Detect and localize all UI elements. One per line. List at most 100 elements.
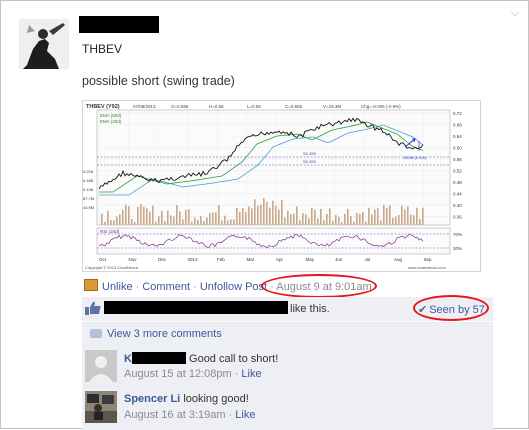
time-axis-label: Feb xyxy=(217,257,225,262)
comment-body: Spencer Li looking good! xyxy=(124,393,249,405)
volume-bar xyxy=(197,219,199,225)
time-axis-label: Aug xyxy=(394,257,403,262)
comment-meta: August 16 at 3:19am · Like xyxy=(124,409,256,421)
volume-bar xyxy=(257,205,259,225)
volume-bar xyxy=(311,207,313,225)
comment-link[interactable]: Comment xyxy=(142,281,190,293)
volume-bar xyxy=(359,214,361,225)
volume-bar xyxy=(296,206,298,225)
rsi-level-70: 70% xyxy=(453,232,462,237)
view-more-comments[interactable]: View 3 more comments xyxy=(82,322,493,345)
volume-bar xyxy=(224,215,226,225)
volume-bar xyxy=(116,216,118,225)
volume-bar xyxy=(302,213,304,225)
comment-text: looking good! xyxy=(183,393,249,405)
seen-annotation-circle xyxy=(413,295,489,321)
volume-bar xyxy=(128,206,130,225)
comment-author[interactable]: K xyxy=(124,353,132,365)
comment-like-link[interactable]: Like xyxy=(235,409,255,421)
likes-text: like this. xyxy=(290,303,330,315)
volume-bar xyxy=(254,199,256,225)
comment-avatar-placeholder[interactable] xyxy=(85,350,117,382)
volume-bar xyxy=(215,212,217,225)
price-axis-label: 0.36 xyxy=(453,215,462,220)
author-name[interactable]: THBEV xyxy=(82,42,122,56)
volume-bar xyxy=(338,216,340,225)
left-axis-label: 43.9M xyxy=(83,205,94,210)
comment-text: Good call to short! xyxy=(189,353,279,365)
unfollow-link[interactable]: Unfollow Post xyxy=(200,281,267,293)
volume-bar xyxy=(212,212,214,225)
volume-bar xyxy=(407,206,409,225)
volume-bar xyxy=(299,220,301,225)
chevron-down-icon[interactable]: ⌵ xyxy=(507,5,523,21)
comment-like-link[interactable]: Like xyxy=(241,368,261,380)
stock-chart-image[interactable]: THBEV (Y92) 07/08/2013 O=0.555 H=0.56 L=0.5… xyxy=(82,100,481,272)
chart-header-stat: O=0.555 xyxy=(171,104,189,109)
volume-bar xyxy=(161,210,163,225)
volume-bar xyxy=(422,207,424,225)
volume-bar xyxy=(326,213,328,225)
comment-meta: August 15 at 12:08pm · Like xyxy=(124,368,262,380)
volume-bar xyxy=(305,214,307,225)
comment-bubble-icon xyxy=(90,329,102,338)
status-text: possible short (swing trade) xyxy=(82,74,235,88)
left-axis-label: 0.228 xyxy=(83,169,94,174)
chart-header-stat: 07/08/2013 xyxy=(133,104,156,109)
price-axis-label: 0.72 xyxy=(453,111,462,116)
redacted-name xyxy=(79,16,159,33)
stock-chart: THBEV (Y92) 07/08/2013 O=0.555 H=0.56 L=0.5… xyxy=(83,101,480,271)
chart-symbol: THBEV (Y92) xyxy=(86,104,120,110)
volume-bar xyxy=(200,216,202,225)
volume-bar xyxy=(143,206,145,225)
price-axis-label: 0.64 xyxy=(453,134,462,139)
volume-bar xyxy=(344,213,346,225)
volume-bar xyxy=(131,218,133,225)
time-axis-label: 2013 xyxy=(188,257,199,262)
volume-bar xyxy=(170,215,172,225)
comment-author[interactable]: Spencer Li xyxy=(124,393,180,405)
comment-avatar[interactable] xyxy=(85,391,117,423)
volume-bar xyxy=(272,200,274,225)
price-axis-label: 0.56 xyxy=(453,157,462,162)
volume-bar xyxy=(386,207,388,225)
volume-bar xyxy=(320,208,322,225)
volume-bar xyxy=(152,205,154,225)
volume-bar xyxy=(158,216,160,225)
view-more-comments-text[interactable]: View 3 more comments xyxy=(107,328,222,340)
volume-bar xyxy=(185,209,187,225)
volume-bar xyxy=(167,210,169,225)
comment-time[interactable]: August 16 at 3:19am xyxy=(124,409,226,421)
volume-bar xyxy=(239,211,241,225)
volume-bar xyxy=(404,209,406,225)
volume-bar xyxy=(236,208,238,225)
volume-bar xyxy=(371,214,373,225)
price-axis-label: 0.60 xyxy=(453,146,462,151)
unlike-link[interactable]: Unlike xyxy=(102,281,133,293)
volume-bar xyxy=(353,221,355,225)
volume-bar xyxy=(107,210,109,225)
volume-bar xyxy=(389,205,391,225)
time-axis-label: Apr xyxy=(276,257,284,262)
volume-bar xyxy=(278,209,280,225)
volume-bar xyxy=(251,208,253,225)
volume-bar xyxy=(194,217,196,225)
volume-bar xyxy=(182,219,184,225)
price-axis-label: 0.40 xyxy=(453,203,462,208)
price-axis-label: 0.52 xyxy=(453,169,462,174)
volume-bar xyxy=(350,216,352,225)
avatar[interactable] xyxy=(19,19,69,69)
volume-bar xyxy=(119,214,121,225)
volume-bar xyxy=(248,206,250,225)
volume-bar xyxy=(335,214,337,225)
volume-bar xyxy=(395,216,397,225)
volume-bar xyxy=(308,217,310,225)
comment-item: Spencer Li looking good! August 16 at 3:… xyxy=(82,386,493,430)
volume-bar xyxy=(290,214,292,225)
time-axis-label: Jun xyxy=(335,257,343,262)
time-axis-label: Sep xyxy=(424,257,433,262)
volume-bar xyxy=(365,221,367,225)
comment-time[interactable]: August 15 at 12:08pm xyxy=(124,368,232,380)
volume-bar xyxy=(332,220,334,225)
timestamp-annotation-circle xyxy=(261,274,377,298)
